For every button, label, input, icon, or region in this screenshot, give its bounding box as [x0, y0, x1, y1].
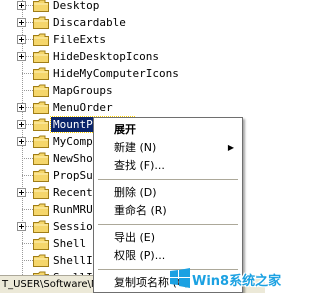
menu-item-label: 权限 (P)...	[114, 249, 166, 262]
menu-separator	[98, 179, 238, 180]
expand-icon[interactable]	[17, 52, 26, 61]
menu-item-label: 新建 (N)	[114, 141, 157, 154]
watermark: Win8系统之家	[168, 262, 281, 293]
tree-connector	[22, 175, 33, 176]
tree-connector	[22, 209, 33, 210]
folder-icon	[33, 135, 49, 148]
tree-item[interactable]: MapGroups	[0, 82, 265, 99]
folder-icon	[33, 67, 49, 80]
folder-icon	[33, 237, 49, 250]
expand-icon[interactable]	[17, 188, 26, 197]
folder-icon	[33, 254, 49, 267]
submenu-arrow-icon: ▶	[227, 143, 234, 152]
tree-item-label: FileExts	[53, 33, 106, 46]
tree-item[interactable]: HideMyComputerIcons	[0, 65, 265, 82]
watermark-text: Win8系统之家	[192, 274, 282, 289]
tree-item-label: RunMRU	[53, 203, 93, 216]
folder-icon	[33, 169, 49, 182]
menu-item[interactable]: 展开	[96, 121, 240, 139]
menu-item[interactable]: 删除 (D)	[96, 184, 240, 202]
tree-item-label: MenuOrder	[53, 101, 113, 114]
menu-item-label: 展开	[114, 123, 136, 136]
folder-icon	[33, 118, 49, 131]
windows-logo-icon	[170, 268, 190, 288]
expand-icon[interactable]	[17, 222, 26, 231]
expand-icon[interactable]	[17, 103, 26, 112]
menu-item-label: 删除 (D)	[114, 186, 157, 199]
tree-item-label: HideDesktopIcons	[53, 50, 159, 63]
menu-item-label: 查找 (F)...	[114, 159, 165, 172]
tree-connector	[22, 90, 33, 91]
folder-icon	[33, 152, 49, 165]
tree-connector	[22, 158, 33, 159]
menu-separator	[98, 224, 238, 225]
expand-icon[interactable]	[17, 1, 26, 10]
folder-icon	[33, 101, 49, 114]
folder-icon	[33, 84, 49, 97]
expand-icon[interactable]	[17, 137, 26, 146]
folder-icon	[33, 0, 49, 12]
tree-item[interactable]: FileExts	[0, 31, 265, 48]
menu-item[interactable]: 重命名 (R)	[96, 202, 240, 220]
menu-item[interactable]: 导出 (E)	[96, 229, 240, 247]
folder-icon	[33, 203, 49, 216]
tree-item[interactable]: HideDesktopIcons	[0, 48, 265, 65]
tree-item-label: Discardable	[53, 16, 126, 29]
folder-icon	[33, 16, 49, 29]
tree-item[interactable]: Discardable	[0, 14, 265, 31]
folder-icon	[33, 50, 49, 63]
menu-item[interactable]: 新建 (N) ▶	[96, 139, 240, 157]
expand-icon[interactable]	[17, 35, 26, 44]
tree-connector	[22, 260, 33, 261]
tree-item[interactable]: MenuOrder	[0, 99, 265, 116]
folder-icon	[33, 33, 49, 46]
tree-connector	[22, 73, 33, 74]
expand-icon[interactable]	[17, 18, 26, 27]
menu-item[interactable]: 查找 (F)...	[96, 157, 240, 175]
tree-item-label: HideMyComputerIcons	[53, 67, 179, 80]
folder-icon	[33, 186, 49, 199]
tree-connector	[22, 243, 33, 244]
menu-item-label: 重命名 (R)	[114, 204, 167, 217]
expand-icon[interactable]	[17, 120, 26, 129]
tree-item[interactable]: Desktop	[0, 0, 265, 14]
tree-item-label: MapGroups	[53, 84, 113, 97]
folder-icon	[33, 220, 49, 233]
menu-item-label: 导出 (E)	[114, 231, 156, 244]
tree-item-label: Desktop	[53, 0, 100, 12]
